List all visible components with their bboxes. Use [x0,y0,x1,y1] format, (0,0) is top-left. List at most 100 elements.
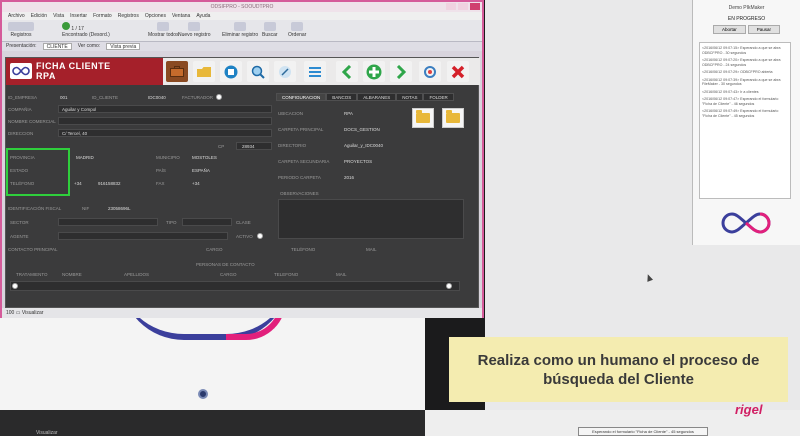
facturador-radio[interactable] [216,94,222,100]
tab-bancos[interactable]: BANCOS [326,93,358,101]
abortar-button[interactable]: Abortar [712,25,746,34]
tipo-label: TIPO [166,220,177,225]
tab-folder[interactable]: FOLDER [423,93,454,101]
fax-label: FAX [156,181,165,186]
direccion-field[interactable] [58,129,272,137]
tab-notas[interactable]: NOTAS [396,93,424,101]
nif-label: NIF [82,206,90,211]
rpa-buttons: Abortar Pausar [693,25,800,34]
log-entry: <2016/06/12 09:07:15> Esperando a que se… [702,46,781,55]
nuevo-registro-button[interactable]: Nuevo registro [178,22,211,38]
folder-button[interactable] [193,61,215,82]
id-cliente-value[interactable]: IDC0040 [148,95,166,100]
chevron-left-icon [342,64,352,79]
registros-nav[interactable]: Registros [8,22,34,38]
telefono-prefix: +34 [74,181,82,186]
provincia-value[interactable]: MADRID [76,155,94,160]
identificacion-fiscal-label: IDENTIFICACIÓN FISCAL [8,206,62,211]
attach-button[interactable] [274,61,296,82]
status-bar: 100 ▭ Visualizar [2,308,482,318]
folder-icon [416,110,430,123]
menu-edicion[interactable]: Edición [31,12,47,20]
chevron-right-icon [396,64,406,79]
previous-button[interactable] [336,61,358,82]
presentacion-select[interactable]: CLIENTE [42,43,72,50]
tab-albaranes[interactable]: ALBARANES [357,93,397,101]
mail-label: MAIL [366,247,377,252]
form-title-block: FICHA CLIENTE RPA [6,58,163,85]
periodo-value[interactable]: 2016 [344,175,354,180]
infinity-logo-icon [10,63,32,79]
tipo-field[interactable] [182,218,232,226]
id-cliente-label: ID_CLIENTE [92,95,119,100]
menu-ayuda[interactable]: Ayuda [196,12,210,20]
show-all-icon [157,22,170,31]
id-empresa-value[interactable]: 001 [60,95,68,100]
close-window-button[interactable] [470,3,480,10]
next-button[interactable] [390,61,412,82]
menu-vista[interactable]: Vista [53,12,64,20]
print-icon [224,65,238,78]
col-tratamiento: TRATAMIENTO [16,272,48,277]
open-subfolder-button[interactable] [442,108,464,128]
folder-icon [197,66,211,77]
agente-label: AGENTE [10,234,29,239]
carpeta-principal-label: CARPETA PRINCIPAL [278,127,324,132]
briefcase-button[interactable] [166,61,188,82]
registros-label: Registros [10,32,32,38]
banner-line2: búsqueda del Cliente [543,370,694,388]
menu-registros[interactable]: Registros [118,12,139,20]
menu-formato[interactable]: Formato [93,12,112,20]
close-icon [451,65,465,78]
telefono-value[interactable]: 916158832 [98,181,121,186]
sector-field[interactable] [58,218,158,226]
banner-line1: Realiza como un humano el proceso de [477,351,760,369]
search-button[interactable] [247,61,269,82]
menu-opciones[interactable]: Opciones [145,12,166,20]
maximize-button[interactable] [458,3,468,10]
activo-radio[interactable] [257,233,263,239]
direccion-value: C/ Tercel, 40 [62,131,88,136]
filemaker-window: ODSIFPRO - SOOUDTPRO Archivo Edición Vis… [0,0,484,318]
municipio-value[interactable]: MOSTOLES [192,155,217,160]
record-sub: Encontrado (Desord.) [62,32,110,38]
nav-arrows-icon [8,22,34,31]
refresh-button[interactable] [419,61,441,82]
menu-archivo[interactable]: Archivo [8,12,25,20]
tab-configuracion[interactable]: CONFIGURACION [276,93,327,101]
menu-insertar[interactable]: Insertar [70,12,87,20]
buscar-button[interactable]: Buscar [262,22,278,38]
contact-row-radio[interactable] [12,283,18,289]
contact-row-delete-radio[interactable] [446,283,452,289]
minimize-button[interactable] [446,3,456,10]
carpeta-secundaria-value[interactable]: PROYECTOS [344,159,372,164]
menu-ventana[interactable]: Ventana [172,12,190,20]
pais-value[interactable]: ESPAÑA [192,168,210,173]
fax-prefix: +34 [192,181,200,186]
print-button[interactable] [220,61,242,82]
close-form-button[interactable] [447,61,469,82]
contact-row[interactable] [10,281,460,291]
ubicacion-value[interactable]: RPA [344,111,353,116]
rpa-log[interactable]: <2016/06/12 09:07:15> Esperando a que se… [699,42,791,199]
agente-field[interactable] [58,232,228,240]
log-entry: <2016/06/12 09:07:49> Esperando el formu… [702,109,779,118]
observaciones-field[interactable] [278,199,464,239]
carpeta-principal-value[interactable]: DOCS_GESTION [344,127,380,132]
directorio-value[interactable]: Aguilar_y_IDC0040 [344,143,383,148]
vista-previa-button[interactable]: Vista previa [106,43,141,50]
record-counter: 1 / 17 Encontrado (Desord.) [62,22,110,38]
window-title: ODSIFPRO - SOOUDTPRO [210,4,274,10]
attachment-icon [279,65,291,78]
add-button[interactable] [363,61,385,82]
mostrar-todos-button[interactable]: Mostrar todos [148,22,179,38]
activo-label: ACTIVO [236,234,253,239]
pausar-button[interactable]: Pausar [747,25,781,34]
nif-value[interactable]: 23058696L [108,206,131,211]
ordenar-button[interactable]: Ordenar [288,22,306,38]
open-folder-button[interactable] [412,108,434,128]
eliminar-registro-button[interactable]: Eliminar registro [222,22,258,38]
nombre-comercial-field[interactable] [58,117,272,125]
list-button[interactable] [304,61,326,82]
ribbon-toolbar: Registros 1 / 17 Encontrado (Desord.) Mo… [2,20,482,42]
